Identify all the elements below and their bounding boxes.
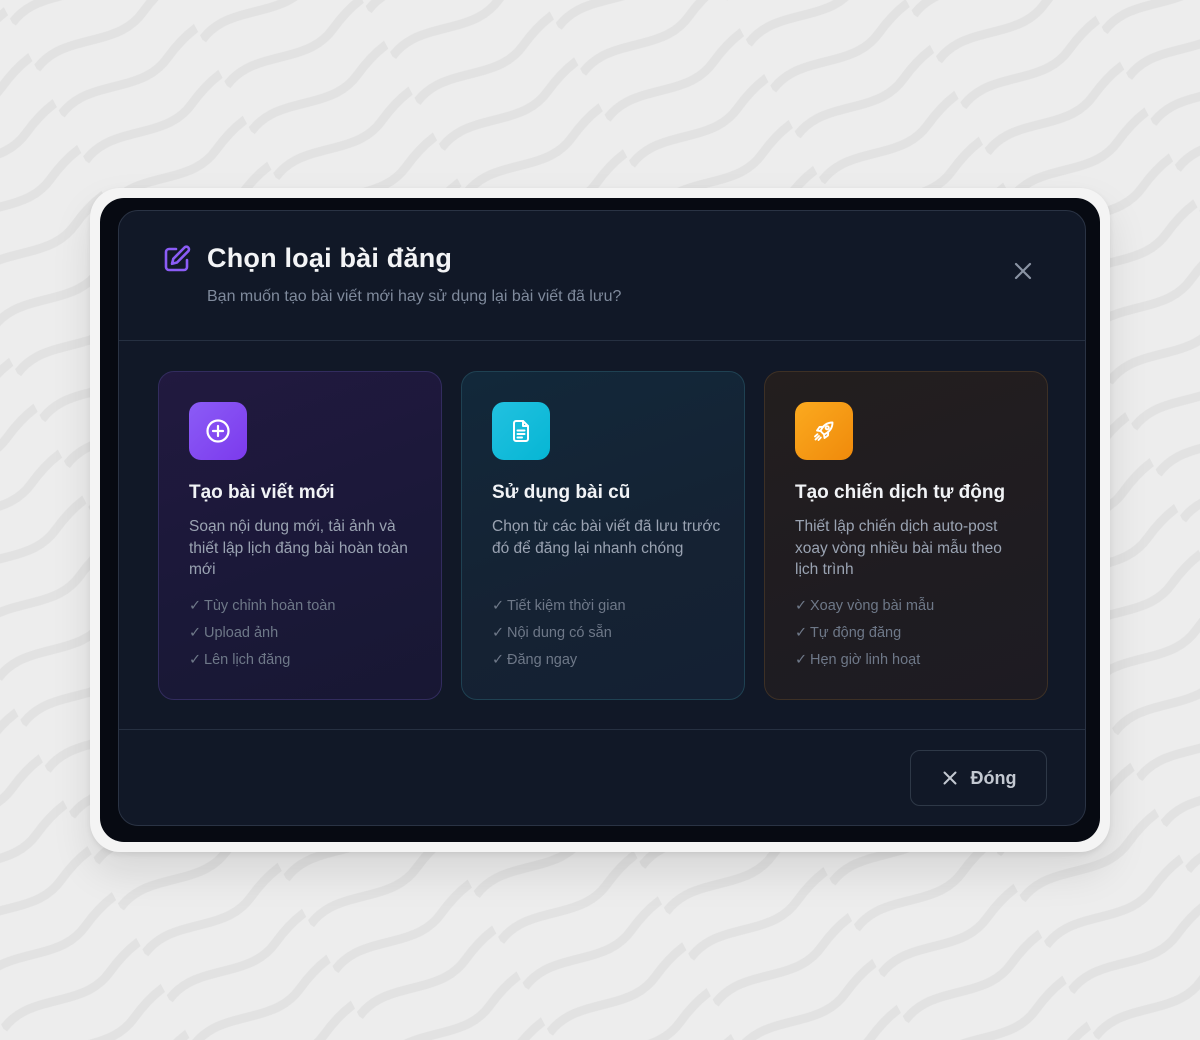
card-title: Tạo bài viết mới (189, 482, 335, 503)
feature-item: ✓ Tiết kiệm thời gian (492, 598, 626, 614)
card-description: Chọn từ các bài viết đã lưu trước đó để … (492, 518, 721, 557)
document-icon-box (492, 402, 550, 460)
feature-item: ✓ Nội dung có sẵn (492, 625, 612, 641)
check-icon: ✓ (795, 625, 808, 641)
check-icon: ✓ (189, 598, 202, 614)
feature-list: ✓ Tiết kiệm thời gian ✓ Nội dung có sẵn ✓ Đ… (492, 596, 626, 677)
modal-footer: Đóng (119, 729, 1085, 825)
feature-list: ✓ Tùy chỉnh hoàn toàn ✓ Upload ảnh ✓ Lên lị… (189, 596, 335, 677)
check-icon: ✓ (189, 652, 202, 668)
check-icon: ✓ (492, 652, 505, 668)
close-icon[interactable] (1009, 257, 1037, 285)
feature-list: ✓ Xoay vòng bài mẫu ✓ Tự động đăng ✓ Hẹn gi… (795, 596, 934, 677)
check-icon: ✓ (795, 652, 808, 668)
option-card-auto-campaign[interactable]: Tạo chiến dịch tự động Thiết lập chiến d… (764, 371, 1048, 700)
check-icon: ✓ (795, 598, 808, 614)
plus-circle-icon-box (189, 402, 247, 460)
card-title: Sử dụng bài cũ (492, 482, 631, 503)
feature-item: ✓ Tùy chỉnh hoàn toàn (189, 598, 336, 614)
option-card-reuse-post[interactable]: Sử dụng bài cũ Chọn từ các bài viết đã l… (461, 371, 745, 700)
card-description: Soạn nội dung mới, tải ảnh và thiết lập … (189, 518, 408, 578)
close-button-label: Đóng (970, 767, 1017, 788)
modal-header: Chọn loại bài đăng Bạn muốn tạo bài viết… (119, 211, 1085, 341)
edit-icon (164, 245, 191, 272)
close-icon (943, 771, 956, 785)
plus-circle-icon (206, 419, 230, 443)
feature-item: ✓ Upload ảnh (189, 625, 279, 641)
check-icon: ✓ (492, 598, 505, 614)
card-description: Thiết lập chiến dịch auto-post xoay vòng… (795, 518, 1002, 578)
check-icon: ✓ (189, 625, 202, 641)
check-icon: ✓ (492, 625, 505, 641)
document-icon (513, 420, 529, 442)
rocket-icon (814, 421, 834, 441)
feature-item: ✓ Lên lịch đăng (189, 652, 291, 668)
feature-item: ✓ Tự động đăng (795, 625, 902, 641)
feature-item: ✓ Xoay vòng bài mẫu (795, 598, 935, 614)
rocket-icon-box (795, 402, 853, 460)
feature-item: ✓ Hẹn giờ linh hoạt (795, 652, 921, 668)
option-card-new-post[interactable]: Tạo bài viết mới Soạn nội dung mới, tải … (158, 371, 442, 700)
card-title: Tạo chiến dịch tự động (795, 482, 1006, 503)
post-type-modal: Chọn loại bài đăng Bạn muốn tạo bài viết… (118, 210, 1086, 826)
close-button[interactable]: Đóng (910, 750, 1047, 806)
feature-item: ✓ Đăng ngay (492, 652, 578, 668)
modal-subtitle: Bạn muốn tạo bài viết mới hay sử dụng lạ… (207, 288, 622, 305)
modal-title: Chọn loại bài đăng (207, 243, 453, 273)
post-type-options: Tạo bài viết mới Soạn nội dung mới, tải … (158, 371, 1048, 701)
